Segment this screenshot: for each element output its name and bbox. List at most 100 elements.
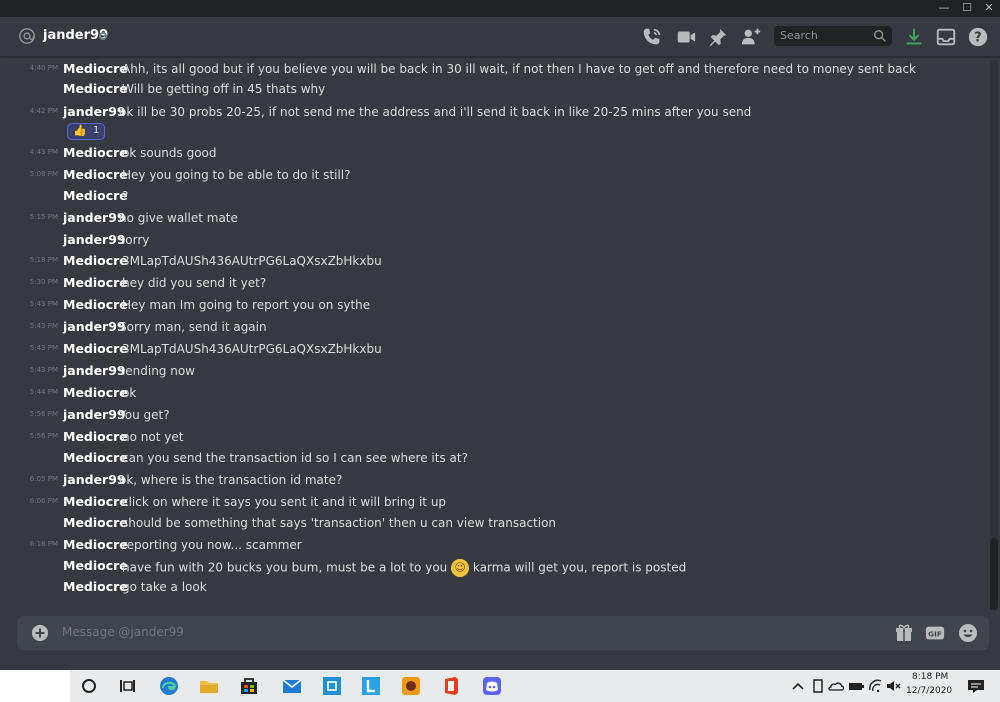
message-timestamp: 5:44 PM bbox=[29, 388, 58, 396]
voice-call-icon[interactable] bbox=[641, 26, 663, 48]
search-circle-icon[interactable] bbox=[78, 675, 100, 697]
message-row: 6:18 PM Mediocre reporting you now... sc… bbox=[0, 536, 990, 556]
message-timestamp: 6:18 PM bbox=[29, 540, 58, 548]
message-input-placeholder[interactable]: Message @jander99 bbox=[62, 625, 184, 639]
message-timestamp: 5:43 PM bbox=[29, 300, 58, 308]
message-row: 5:08 PM Mediocre Hey you going to be abl… bbox=[0, 166, 990, 186]
message-author[interactable]: jander99 bbox=[63, 319, 126, 334]
app-l-icon[interactable] bbox=[360, 675, 382, 697]
message-text: Ahh, its all good but if you believe you… bbox=[122, 62, 916, 76]
battery-icon[interactable] bbox=[845, 675, 867, 697]
discord-taskbar-icon[interactable] bbox=[481, 675, 503, 697]
discord-window: — ☐ ✕ jander99 Search ? 4:40 PM Mediocre… bbox=[0, 0, 1000, 702]
message-timestamp: 5:30 PM bbox=[29, 278, 58, 286]
svg-text:?: ? bbox=[974, 31, 981, 46]
message-text: ok ill be 30 probs 20-25, if not send me… bbox=[119, 105, 752, 119]
gif-icon[interactable]: GIF bbox=[925, 623, 945, 643]
minimize-button[interactable]: — bbox=[936, 1, 952, 15]
gift-icon[interactable] bbox=[894, 623, 914, 643]
add-attachment-icon[interactable] bbox=[31, 624, 49, 642]
message-author[interactable]: Mediocre bbox=[63, 515, 128, 530]
message-author[interactable]: Mediocre bbox=[63, 385, 128, 400]
message-text: go take a look bbox=[122, 580, 207, 594]
channel-header: jander99 Search ? bbox=[0, 17, 1000, 57]
message-timestamp: 4:40 PM bbox=[29, 64, 58, 72]
message-author[interactable]: Mediocre bbox=[63, 145, 128, 160]
message-row: 5:56 PM jander99 You get? bbox=[0, 406, 990, 426]
thumbs-up-icon: 👍 bbox=[73, 124, 87, 137]
message-text: ok bbox=[122, 386, 137, 400]
store-icon[interactable] bbox=[238, 675, 260, 697]
office-icon[interactable] bbox=[440, 675, 462, 697]
message-author[interactable]: Mediocre bbox=[63, 275, 128, 290]
taskbar-start-area bbox=[0, 670, 70, 702]
message-author[interactable]: Mediocre bbox=[63, 297, 128, 312]
message-timestamp: 5:43 PM bbox=[29, 344, 58, 352]
help-icon[interactable]: ? bbox=[967, 26, 989, 48]
window-titlebar: — ☐ ✕ bbox=[0, 0, 1000, 17]
emoji-picker-icon[interactable] bbox=[958, 623, 978, 643]
reaction-thumbs-up[interactable]: 👍 1 bbox=[67, 123, 105, 140]
status-offline-icon bbox=[99, 32, 107, 40]
maximize-button[interactable]: ☐ bbox=[959, 1, 975, 15]
message-timestamp: 5:18 PM bbox=[29, 256, 58, 264]
scrollbar-thumb[interactable] bbox=[990, 538, 998, 610]
message-text: Will be getting off in 45 thats why bbox=[122, 82, 326, 96]
message-author[interactable]: Mediocre bbox=[63, 450, 128, 465]
message-author[interactable]: jander99 bbox=[63, 104, 126, 119]
search-placeholder: Search bbox=[780, 29, 818, 42]
video-call-icon[interactable] bbox=[675, 26, 697, 48]
message-author[interactable]: jander99 bbox=[63, 210, 126, 225]
message-row: Mediocre go take a look bbox=[0, 578, 990, 598]
message-row: Mediocre have fun with 20 bucks you bum,… bbox=[0, 557, 990, 577]
message-composer[interactable]: Message @jander99 GIF bbox=[17, 616, 989, 650]
message-author[interactable]: Mediocre bbox=[63, 253, 128, 268]
message-author[interactable]: Mediocre bbox=[63, 81, 128, 96]
message-author[interactable]: Mediocre bbox=[63, 341, 128, 356]
message-row: 4:42 PM jander99 ok ill be 30 probs 20-2… bbox=[0, 103, 990, 123]
download-icon[interactable] bbox=[903, 26, 925, 48]
taskbar-clock-time[interactable]: 8:18 PM bbox=[912, 672, 948, 682]
message-row: 4:40 PM Mediocre Ahh, its all good but i… bbox=[0, 60, 990, 80]
message-text: no give wallet mate bbox=[119, 211, 238, 225]
scrollbar-track[interactable] bbox=[990, 60, 998, 610]
volume-muted-icon[interactable] bbox=[883, 675, 905, 697]
message-row: 6:06 PM Mediocre click on where it says … bbox=[0, 493, 990, 513]
message-row: 5:44 PM Mediocre ok bbox=[0, 384, 990, 404]
file-explorer-icon[interactable] bbox=[198, 675, 220, 697]
app-orange-icon[interactable] bbox=[400, 675, 422, 697]
message-author[interactable]: Mediocre bbox=[63, 61, 128, 76]
message-author[interactable]: Mediocre bbox=[63, 579, 128, 594]
message-author[interactable]: jander99 bbox=[63, 472, 126, 487]
search-input[interactable]: Search bbox=[774, 26, 892, 46]
task-view-icon[interactable] bbox=[116, 675, 138, 697]
onedrive-cloud-icon[interactable] bbox=[825, 675, 847, 697]
message-author[interactable]: Mediocre bbox=[63, 429, 128, 444]
message-row: 4:43 PM Mediocre ok sounds good bbox=[0, 144, 990, 164]
message-author[interactable]: jander99 bbox=[63, 363, 126, 378]
message-author[interactable]: Mediocre bbox=[63, 537, 128, 552]
notifications-icon[interactable] bbox=[965, 675, 987, 697]
message-row: 6:05 PM jander99 ok, where is the transa… bbox=[0, 471, 990, 491]
edge-browser-icon[interactable] bbox=[158, 675, 180, 697]
message-text: ? bbox=[122, 189, 129, 203]
add-friend-icon[interactable] bbox=[740, 26, 762, 48]
chevron-up-icon[interactable] bbox=[787, 675, 809, 697]
message-author[interactable]: Mediocre bbox=[63, 167, 128, 182]
message-author[interactable]: jander99 bbox=[63, 232, 126, 247]
mail-icon[interactable] bbox=[281, 675, 303, 697]
app-blue-icon[interactable] bbox=[321, 675, 343, 697]
message-timestamp: 5:43 PM bbox=[29, 322, 58, 330]
message-row: 5:43 PM jander99 Sorry man, send it agai… bbox=[0, 318, 990, 338]
pin-icon[interactable] bbox=[707, 26, 729, 48]
inbox-icon[interactable] bbox=[935, 26, 957, 48]
message-text: ok sounds good bbox=[122, 146, 217, 160]
message-author[interactable]: jander99 bbox=[63, 407, 126, 422]
taskbar-clock-date[interactable]: 12/7/2020 bbox=[906, 686, 952, 696]
message-timestamp: 6:06 PM bbox=[29, 497, 58, 505]
message-author[interactable]: Mediocre bbox=[63, 188, 128, 203]
close-window-button[interactable]: ✕ bbox=[981, 1, 997, 15]
message-author[interactable]: Mediocre bbox=[63, 494, 128, 509]
message-author[interactable]: Mediocre bbox=[63, 558, 128, 573]
message-text: ok, where is the transaction id mate? bbox=[119, 473, 343, 487]
